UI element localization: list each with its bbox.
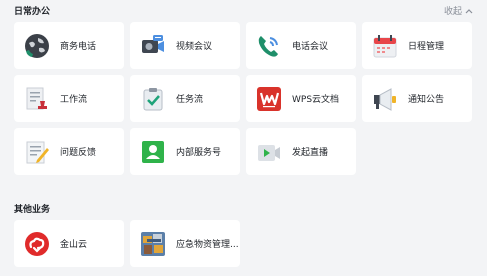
- app-label: 发起直播: [292, 148, 329, 158]
- app-card-notice[interactable]: 通知公告: [362, 75, 472, 122]
- app-card-internal-service[interactable]: 内部服务号: [130, 128, 240, 175]
- other-apps-grid: 金山云 应急物资管理...: [14, 220, 472, 267]
- app-label: 金山云: [60, 240, 88, 250]
- document-stamp-icon: [23, 85, 51, 113]
- chevron-up-icon: [465, 8, 473, 13]
- app-card-kingsoft-cloud[interactable]: 金山云: [14, 220, 124, 267]
- megaphone-icon: [371, 85, 399, 113]
- globe-phone-icon: [23, 32, 51, 60]
- app-card-schedule[interactable]: 日程管理: [362, 22, 472, 69]
- app-card-phone-meeting[interactable]: 电话会议: [246, 22, 356, 69]
- app-label: 问题反馈: [60, 148, 97, 158]
- app-card-workflow[interactable]: 工作流: [14, 75, 124, 122]
- section-title-other: 其他业务: [14, 205, 51, 215]
- app-card-video-meeting[interactable]: 视频会议: [130, 22, 240, 69]
- app-label: 通知公告: [408, 95, 445, 105]
- app-card-feedback[interactable]: 问题反馈: [14, 128, 124, 175]
- app-card-emergency-supplies[interactable]: 应急物资管理...: [130, 220, 240, 267]
- app-card-wps-docs[interactable]: WPS云文档: [246, 75, 356, 122]
- wps-logo-icon: [255, 85, 283, 113]
- app-label: 任务流: [176, 95, 204, 105]
- notepad-pencil-icon: [23, 138, 51, 166]
- calendar-icon: [371, 32, 399, 60]
- clipboard-check-icon: [139, 85, 167, 113]
- kingsoft-cloud-icon: [23, 230, 51, 258]
- app-label: 视频会议: [176, 42, 213, 52]
- app-card-start-live[interactable]: 发起直播: [246, 128, 356, 175]
- app-card-task-flow[interactable]: 任务流: [130, 75, 240, 122]
- collapse-button[interactable]: 收起: [444, 4, 473, 17]
- emergency-supplies-icon: [139, 230, 167, 258]
- app-label: 电话会议: [292, 42, 329, 52]
- collapse-label: 收起: [443, 7, 462, 17]
- app-label: WPS云文档: [292, 95, 340, 105]
- app-label: 应急物资管理...: [176, 240, 239, 250]
- app-label: 工作流: [60, 95, 88, 105]
- app-label: 内部服务号: [176, 148, 222, 158]
- video-camera-icon: [139, 32, 167, 60]
- user-badge-icon: [139, 138, 167, 166]
- app-label: 日程管理: [408, 42, 445, 52]
- app-label: 商务电话: [60, 42, 97, 52]
- phone-icon: [255, 32, 283, 60]
- section-title-office: 日常办公: [14, 7, 51, 17]
- live-video-icon: [255, 138, 283, 166]
- app-card-business-phone[interactable]: 商务电话: [14, 22, 124, 69]
- office-apps-grid: 商务电话 视频会议 电话会议 日程管理 工作流 任务流 WPS云文档 通知公告 …: [14, 22, 472, 175]
